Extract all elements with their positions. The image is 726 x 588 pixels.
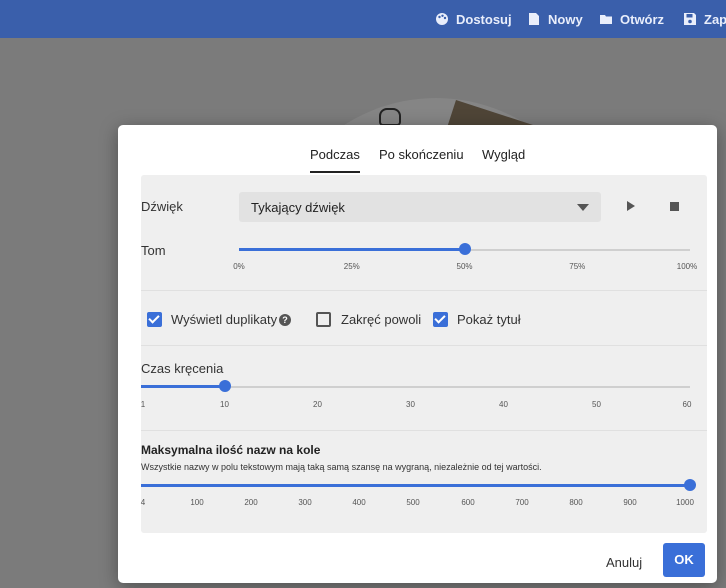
cancel-button[interactable]: Anuluj [606, 555, 642, 570]
max-names-tick: 400 [352, 498, 366, 507]
sound-select[interactable]: Tykający dźwięk [239, 192, 601, 222]
save-label: Zapi [704, 11, 726, 27]
divider [141, 345, 707, 346]
max-names-tick: 800 [569, 498, 583, 507]
spin-time-ticks: 1 10 20 30 40 50 60 [140, 400, 692, 410]
chevron-down-icon [577, 204, 589, 211]
max-names-tick: 100 [190, 498, 204, 507]
sound-label: Dźwięk [141, 199, 183, 214]
new-button[interactable]: Nowy [527, 0, 583, 38]
spin-time-tick: 60 [682, 400, 692, 409]
spin-slowly-checkbox[interactable] [316, 312, 331, 327]
new-label: Nowy [548, 11, 583, 27]
max-names-title: Maksymalna ilość nazw na kole [141, 443, 321, 457]
show-duplicates-label: Wyświetl duplikaty [171, 312, 278, 327]
save-icon [684, 13, 696, 25]
volume-slider[interactable] [239, 243, 690, 263]
divider [141, 430, 707, 431]
help-icon[interactable]: ? [279, 314, 291, 326]
max-names-tick: 4 [140, 498, 146, 507]
customize-label: Dostosuj [456, 11, 512, 27]
spin-time-tick: 50 [592, 400, 601, 409]
spin-time-thumb[interactable] [218, 380, 231, 392]
tab-appearance[interactable]: Wygląd [482, 147, 525, 173]
spin-time-tick: 20 [313, 400, 322, 409]
wheel-center-icon [379, 108, 401, 126]
spin-time-tick: 1 [140, 400, 146, 409]
file-icon [529, 13, 539, 25]
max-names-tick: 600 [461, 498, 475, 507]
max-names-ticks: 4 100 200 300 400 500 600 700 800 900 10… [140, 498, 694, 508]
max-names-tick: 1000 [676, 498, 694, 507]
top-bar: Dostosuj Nowy Otwórz Zapi [0, 0, 726, 38]
max-names-tick: 900 [623, 498, 637, 507]
ok-button[interactable]: OK [663, 543, 705, 577]
max-names-tick: 200 [244, 498, 258, 507]
volume-tick: 0% [233, 262, 245, 271]
save-button[interactable]: Zapi [683, 0, 726, 38]
volume-fill [239, 248, 465, 251]
tab-during[interactable]: Podczas [310, 147, 360, 173]
show-duplicates-checkbox[interactable] [147, 312, 162, 327]
spin-time-fill [141, 385, 225, 388]
max-names-tick: 500 [406, 498, 420, 507]
max-names-slider[interactable] [141, 479, 696, 499]
spin-time-label: Czas kręcenia [141, 361, 224, 376]
volume-tick: 100% [676, 262, 698, 271]
divider [141, 290, 707, 291]
max-names-subtitle: Wszystkie nazwy w polu tekstowym mają ta… [141, 462, 542, 472]
volume-label: Tom [141, 243, 166, 258]
settings-panel: Dźwięk Tykający dźwięk Tom 0% 25% 50% 75… [141, 175, 707, 533]
spin-time-tick: 30 [406, 400, 415, 409]
tab-after[interactable]: Po skończeniu [379, 147, 464, 173]
stop-icon[interactable] [670, 202, 679, 211]
customize-button[interactable]: Dostosuj [435, 0, 512, 38]
folder-icon [600, 15, 612, 24]
spin-time-tick: 40 [499, 400, 508, 409]
max-names-tick: 300 [298, 498, 312, 507]
max-names-tick: 700 [515, 498, 529, 507]
spin-time-slider[interactable] [141, 380, 690, 400]
play-icon[interactable] [627, 201, 635, 211]
spin-time-tick: 10 [220, 400, 229, 409]
max-names-fill [141, 484, 690, 487]
dialog-tabs: Podczas Po skończeniu Wygląd [118, 147, 717, 173]
volume-tick: 75% [569, 262, 586, 271]
volume-tick: 50% [456, 262, 473, 271]
open-label: Otwórz [620, 11, 665, 27]
settings-dialog: Podczas Po skończeniu Wygląd Dźwięk Tyka… [118, 125, 717, 583]
max-names-thumb[interactable] [684, 479, 696, 491]
volume-tick: 25% [343, 262, 360, 271]
sound-select-value: Tykający dźwięk [251, 200, 345, 215]
show-title-label: Pokaż tytuł [457, 312, 521, 327]
palette-icon [436, 13, 448, 25]
show-title-checkbox[interactable] [433, 312, 448, 327]
volume-ticks: 0% 25% 50% 75% 100% [233, 262, 697, 272]
spin-slowly-label: Zakręć powoli [341, 312, 422, 327]
volume-thumb[interactable] [458, 243, 471, 255]
open-button[interactable]: Otwórz [599, 0, 664, 38]
